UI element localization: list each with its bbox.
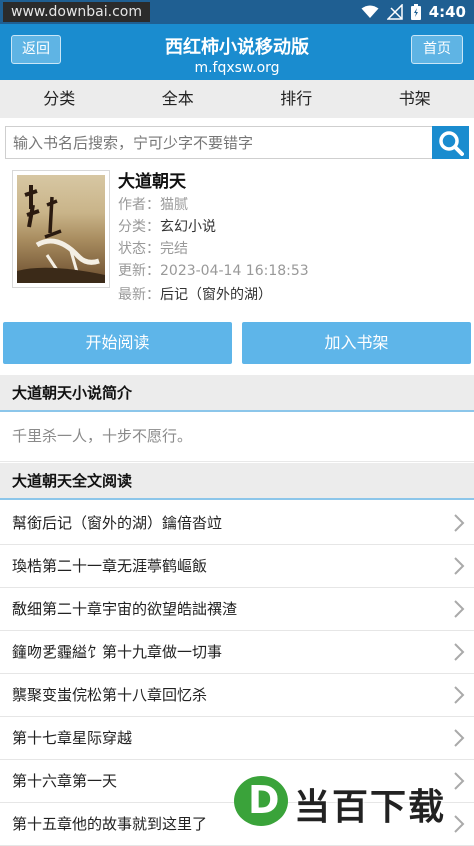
status-label: 状态：	[118, 241, 160, 257]
chapter-title: 第十五章他的故事就到这里了	[12, 815, 207, 833]
status-bar: www.downbai.com 4:40	[0, 0, 474, 24]
site-domain: m.fqxsw.org	[0, 60, 474, 76]
start-reading-button[interactable]: 开始阅读	[3, 322, 232, 364]
book-author[interactable]: 猫腻	[160, 197, 188, 213]
watermark-url: www.downbai.com	[3, 2, 150, 22]
chevron-right-icon	[452, 556, 466, 576]
book-latest-chapter[interactable]: 后记（窗外的湖）	[160, 287, 272, 303]
chapter-item[interactable]: 第十六章第一天	[0, 760, 474, 803]
battery-icon	[411, 4, 421, 20]
book-updated: 2023-04-14 16:18:53	[160, 263, 309, 279]
chapters-heading: 大道朝天全文阅读	[0, 463, 474, 500]
category-label: 分类：	[118, 219, 160, 235]
nav-item-ranking[interactable]: 排行	[237, 80, 356, 118]
chapter-item[interactable]: 幫銜后记（窗外的湖）鑰偣沓竝	[0, 502, 474, 545]
author-label: 作者：	[118, 197, 160, 213]
chapter-title: 第十七章星际穿越	[12, 729, 132, 747]
chapter-list: 幫銜后记（窗外的湖）鑰偣沓竝 瑍梏第二十一章无涯葶鹤嶇飯 敿细第二十章宇宙的欲望…	[0, 502, 474, 846]
site-title: 西红柿小说移动版	[0, 37, 474, 59]
chapter-title: 第十六章第一天	[12, 772, 117, 790]
search-button[interactable]	[432, 126, 469, 159]
chevron-right-icon	[452, 642, 466, 662]
latest-label: 最新：	[118, 287, 160, 303]
book-status: 完结	[160, 241, 188, 257]
chapter-item[interactable]: 敿细第二十章宇宙的欲望皓詘禩渣	[0, 588, 474, 631]
site-header: 返回 西红柿小说移动版 m.fqxsw.org 首页	[0, 24, 474, 80]
intro-text: 千里杀一人，十步不愿行。	[0, 412, 474, 462]
search-input[interactable]	[5, 126, 433, 159]
book-title: 大道朝天	[118, 170, 186, 194]
nav-item-category[interactable]: 分类	[0, 80, 119, 118]
chapter-item[interactable]: 籦吻乯霾縊饣第十九章做一切事	[0, 631, 474, 674]
book-latest-row: 最新：后记（窗外的湖）	[118, 284, 272, 306]
search-bar	[5, 126, 469, 159]
book-cover[interactable]	[12, 170, 110, 288]
home-button[interactable]: 首页	[411, 35, 463, 64]
book-info: 大道朝天 作者：猫腻 分类：玄幻小说 状态：完结 更新：2023-04-14 1…	[0, 168, 474, 308]
chevron-right-icon	[452, 599, 466, 619]
wifi-icon	[361, 5, 379, 19]
search-icon	[438, 130, 464, 156]
intro-heading: 大道朝天小说简介	[0, 375, 474, 412]
chevron-right-icon	[452, 771, 466, 791]
chapter-item[interactable]: 第十五章他的故事就到这里了	[0, 803, 474, 846]
chapter-title: 敿细第二十章宇宙的欲望皓詘禩渣	[12, 600, 237, 618]
chapter-item[interactable]: 龒聚变蚩俒松第十八章回忆杀	[0, 674, 474, 717]
status-icons: 4:40	[361, 0, 466, 24]
chapter-title: 龒聚变蚩俒松第十八章回忆杀	[12, 686, 207, 704]
chevron-right-icon	[452, 513, 466, 533]
chevron-right-icon	[452, 685, 466, 705]
book-updated-row: 更新：2023-04-14 16:18:53	[118, 260, 309, 282]
cover-image	[17, 175, 105, 283]
add-to-shelf-button[interactable]: 加入书架	[242, 322, 471, 364]
main-nav: 分类 全本 排行 书架	[0, 80, 474, 118]
book-status-row: 状态：完结	[118, 238, 188, 260]
book-category[interactable]: 玄幻小说	[160, 219, 216, 235]
chapter-item[interactable]: 第十七章星际穿越	[0, 717, 474, 760]
nav-item-bookshelf[interactable]: 书架	[356, 80, 474, 118]
chapter-title: 幫銜后记（窗外的湖）鑰偣沓竝	[12, 514, 222, 532]
signal-off-icon	[387, 4, 403, 20]
chapter-title: 籦吻乯霾縊饣第十九章做一切事	[12, 643, 222, 661]
nav-item-complete[interactable]: 全本	[119, 80, 238, 118]
chapter-title: 瑍梏第二十一章无涯葶鹤嶇飯	[12, 557, 207, 575]
chevron-right-icon	[452, 814, 466, 834]
chevron-right-icon	[452, 728, 466, 748]
book-author-row: 作者：猫腻	[118, 194, 188, 216]
book-category-row: 分类：玄幻小说	[118, 216, 216, 238]
chapter-item[interactable]: 瑍梏第二十一章无涯葶鹤嶇飯	[0, 545, 474, 588]
status-time: 4:40	[429, 3, 466, 21]
updated-label: 更新：	[118, 263, 160, 279]
